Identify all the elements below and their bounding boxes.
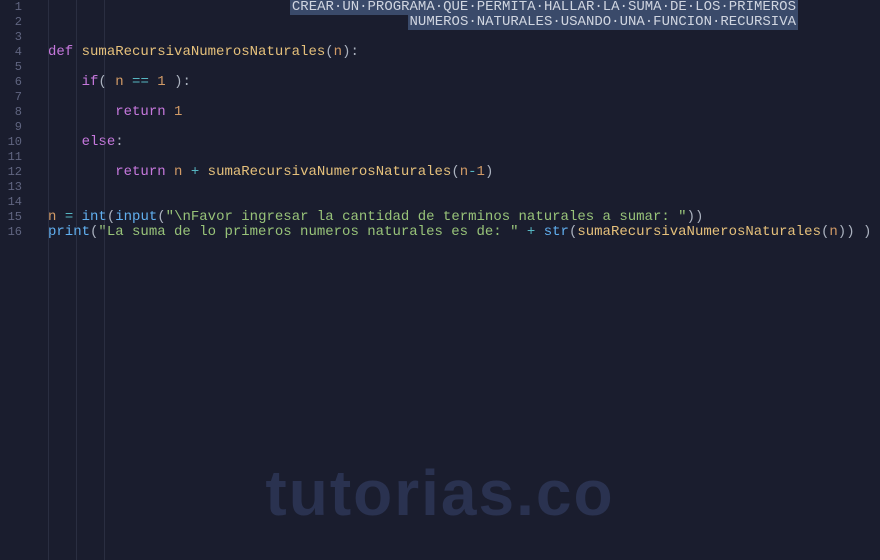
indent-guide <box>104 0 105 560</box>
string-literal: "La suma de lo primeros numeros naturale… <box>98 224 518 240</box>
code-line[interactable] <box>48 195 880 210</box>
code-line[interactable]: return n + sumaRecursivaNumerosNaturales… <box>48 165 880 180</box>
code-line[interactable]: else: <box>48 135 880 150</box>
var: n <box>48 209 56 225</box>
function-call: sumaRecursivaNumerosNaturales <box>577 224 821 240</box>
keyword-return: return <box>115 164 165 180</box>
keyword-else: else <box>82 134 116 150</box>
param: n <box>334 44 342 60</box>
number: 1 <box>477 164 485 180</box>
function-call: sumaRecursivaNumerosNaturales <box>208 164 452 180</box>
code-line[interactable]: print("La suma de lo primeros numeros na… <box>48 225 880 240</box>
code-line[interactable]: if( n == 1 ): <box>48 75 880 90</box>
keyword-def: def <box>48 44 73 60</box>
comment-text: CREAR·UN·PROGRAMA·QUE·PERMITA·HALLAR·LA·… <box>290 0 798 15</box>
code-line[interactable] <box>48 180 880 195</box>
operator: = <box>65 209 73 225</box>
code-line[interactable]: def sumaRecursivaNumerosNaturales(n): <box>48 45 880 60</box>
number: 1 <box>174 104 182 120</box>
code-area[interactable]: CREAR·UN·PROGRAMA·QUE·PERMITA·HALLAR·LA·… <box>28 0 880 560</box>
var: n <box>829 224 837 240</box>
number: 1 <box>157 74 165 90</box>
code-line[interactable] <box>48 30 880 45</box>
operator: == <box>132 74 149 90</box>
comment-text: NUMEROS·NATURALES·USANDO·UNA·FUNCION·REC… <box>408 14 798 30</box>
var: n <box>115 74 123 90</box>
line-gutter: 12345678910111213141516 <box>0 0 28 560</box>
indent-guide <box>76 0 77 560</box>
code-line[interactable]: n = int(input("\nFavor ingresar la canti… <box>48 210 880 225</box>
builtin-input: input <box>115 209 157 225</box>
indent-guide <box>48 0 49 560</box>
builtin-print: print <box>48 224 90 240</box>
code-line[interactable] <box>48 120 880 135</box>
code-line[interactable] <box>48 60 880 75</box>
keyword-if: if <box>82 74 99 90</box>
keyword-return: return <box>115 104 165 120</box>
operator: - <box>468 164 476 180</box>
string-literal: "\nFavor ingresar la cantidad de termino… <box>166 209 687 225</box>
code-line[interactable]: return 1 <box>48 105 880 120</box>
var: n <box>174 164 182 180</box>
code-editor[interactable]: 12345678910111213141516 CREAR·UN·PROGRAM… <box>0 0 880 560</box>
code-line[interactable] <box>48 90 880 105</box>
operator: + <box>527 224 535 240</box>
code-line[interactable] <box>48 150 880 165</box>
operator: + <box>191 164 199 180</box>
code-line[interactable]: CREAR·UN·PROGRAMA·QUE·PERMITA·HALLAR·LA·… <box>48 0 880 15</box>
builtin-str: str <box>544 224 569 240</box>
code-line[interactable]: NUMEROS·NATURALES·USANDO·UNA·FUNCION·REC… <box>48 15 880 30</box>
function-name: sumaRecursivaNumerosNaturales <box>82 44 326 60</box>
var: n <box>460 164 468 180</box>
